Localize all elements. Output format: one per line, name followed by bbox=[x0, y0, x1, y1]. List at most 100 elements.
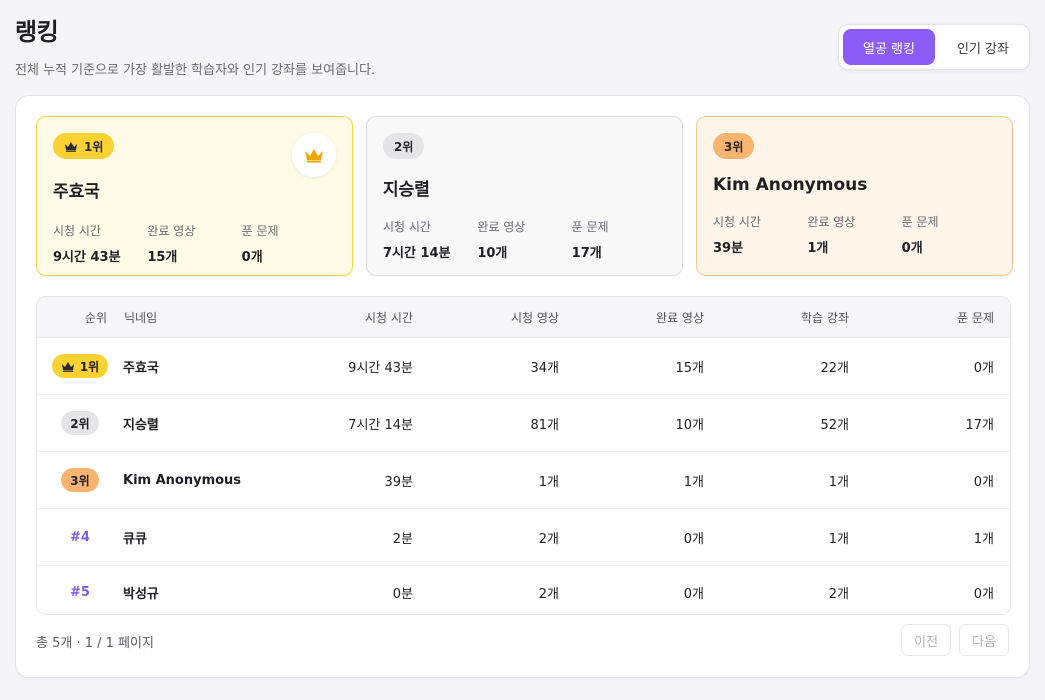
page-title: 랭킹 bbox=[15, 18, 59, 46]
stat-value-solved: 0개 bbox=[901, 241, 923, 256]
podium-card-second: 2위 지승렬 시청 시간 7시간 14분 완료 영상 10개 푼 문제 17개 bbox=[366, 116, 683, 276]
ranking-tab-switcher: 열공 랭킹 인기 강좌 bbox=[838, 24, 1030, 70]
watch-time-cell: 2분 bbox=[392, 531, 413, 547]
rank-badge-second: 2위 bbox=[383, 133, 425, 159]
watch-time-cell: 9시간 43분 bbox=[348, 360, 413, 376]
ranking-page: 랭킹 전체 누적 기준으로 가장 활발한 학습자와 인기 강좌를 보여줍니다. … bbox=[0, 0, 1045, 700]
ranking-table: 순위 닉네임 시청 시간 시청 영상 완료 영상 학습 강좌 푼 문제 1위 주효… bbox=[36, 296, 1011, 615]
courses-cell: 1개 bbox=[828, 531, 849, 547]
tab-popular-courses[interactable]: 인기 강좌 bbox=[941, 29, 1025, 65]
rank-cell: #5 bbox=[37, 585, 123, 600]
table-row[interactable]: #4 큐큐 2분 2개 0개 1개 1개 bbox=[37, 508, 1010, 565]
watched-cell: 2개 bbox=[538, 587, 559, 602]
podium-stats: 시청 시간 39분 완료 영상 1개 푼 문제 0개 bbox=[713, 213, 996, 256]
podium-name: 지승렬 bbox=[383, 180, 430, 200]
podium-card-first: 1위 주효국 시청 시간 9시간 43분 완료 영상 15개 푼 문제 0개 bbox=[36, 116, 353, 276]
podium-stats: 시청 시간 7시간 14분 완료 영상 10개 푼 문제 17개 bbox=[383, 218, 666, 261]
courses-cell: 1개 bbox=[828, 474, 849, 490]
rank-number: #5 bbox=[70, 585, 90, 600]
stat-label-completed: 완료 영상 bbox=[477, 220, 526, 234]
podium-stats: 시청 시간 9시간 43분 완료 영상 15개 푼 문제 0개 bbox=[53, 222, 336, 265]
stat-value-completed: 10개 bbox=[477, 246, 508, 261]
watch-time-cell: 7시간 14분 bbox=[348, 417, 413, 433]
completed-cell: 0개 bbox=[683, 531, 704, 547]
solved-cell: 0개 bbox=[973, 360, 994, 376]
table-row[interactable]: #5 박성규 0분 2개 0개 2개 0개 bbox=[37, 565, 1010, 614]
page-subtitle: 전체 누적 기준으로 가장 활발한 학습자와 인기 강좌를 보여줍니다. bbox=[15, 63, 376, 78]
stat-label-completed: 완료 영상 bbox=[147, 224, 196, 238]
completed-cell: 1개 bbox=[683, 474, 704, 490]
rank-cell: 2위 bbox=[37, 411, 123, 435]
watch-time-cell: 39분 bbox=[384, 474, 413, 490]
completed-cell: 15개 bbox=[675, 360, 704, 376]
watched-cell: 2개 bbox=[538, 531, 559, 547]
stat-label-watch-time: 시청 시간 bbox=[53, 224, 101, 238]
rank-badge: 3위 bbox=[61, 468, 99, 492]
rank-badge: 2위 bbox=[61, 411, 99, 435]
page-header: 랭킹 전체 누적 기준으로 가장 활발한 학습자와 인기 강좌를 보여줍니다. bbox=[15, 12, 375, 78]
col-header-rank: 순위 bbox=[84, 310, 107, 325]
stat-value-completed: 15개 bbox=[147, 250, 178, 265]
stat-value-completed: 1개 bbox=[807, 241, 829, 256]
podium-card-third: 3위 Kim Anonymous 시청 시간 39분 완료 영상 1개 푼 문제 0개 bbox=[696, 116, 1013, 276]
podium-name: 주효국 bbox=[53, 182, 100, 202]
prev-page-button[interactable]: 이전 bbox=[901, 624, 952, 656]
stat-label-solved: 푼 문제 bbox=[241, 224, 279, 238]
rank-badge-third: 3위 bbox=[713, 133, 755, 159]
crown-icon bbox=[292, 133, 336, 177]
col-header-courses: 학습 강좌 bbox=[801, 310, 849, 325]
podium-cards: 1위 주효국 시청 시간 9시간 43분 완료 영상 15개 푼 문제 0개 2위 지… bbox=[36, 116, 1013, 276]
col-header-nickname: 닉네임 bbox=[124, 310, 158, 325]
rank-cell: 3위 bbox=[37, 468, 123, 492]
stat-label-completed: 완료 영상 bbox=[807, 215, 856, 229]
solved-cell: 0개 bbox=[973, 587, 994, 602]
table-header: 순위 닉네임 시청 시간 시청 영상 완료 영상 학습 강좌 푼 문제 bbox=[37, 297, 1010, 337]
table-row[interactable]: 2위 지승렬 7시간 14분 81개 10개 52개 17개 bbox=[37, 394, 1010, 451]
next-page-button[interactable]: 다음 bbox=[959, 624, 1009, 656]
stat-value-watch-time: 7시간 14분 bbox=[383, 246, 451, 261]
solved-cell: 1개 bbox=[973, 531, 994, 547]
nickname-cell: 큐큐 bbox=[123, 531, 147, 547]
rank-badge: 1위 bbox=[51, 354, 109, 378]
crown-icon bbox=[65, 141, 77, 152]
tab-study-ranking[interactable]: 열공 랭킹 bbox=[843, 29, 935, 65]
rank-number: #4 bbox=[70, 529, 90, 545]
stat-value-solved: 17개 bbox=[571, 246, 602, 261]
ranking-panel: 1위 주효국 시청 시간 9시간 43분 완료 영상 15개 푼 문제 0개 2위 지… bbox=[15, 95, 1030, 678]
col-header-solved: 푼 문제 bbox=[957, 310, 994, 325]
stat-value-solved: 0개 bbox=[241, 250, 263, 265]
crown-icon bbox=[61, 361, 74, 372]
watched-cell: 81개 bbox=[530, 417, 559, 433]
solved-cell: 0개 bbox=[973, 474, 994, 490]
col-header-watch-time: 시청 시간 bbox=[365, 310, 413, 325]
stat-label-watch-time: 시청 시간 bbox=[383, 220, 431, 234]
stat-label-solved: 푼 문제 bbox=[901, 215, 939, 229]
nickname-cell: 박성규 bbox=[123, 587, 159, 602]
table-row[interactable]: 3위 Kim Anonymous 39분 1개 1개 1개 0개 bbox=[37, 451, 1010, 508]
solved-cell: 17개 bbox=[965, 417, 994, 433]
table-body: 1위 주효국 9시간 43분 34개 15개 22개 0개 2위 지승렬 7시간 14분 81개 10… bbox=[37, 337, 1010, 614]
col-header-completed: 완료 영상 bbox=[656, 310, 704, 325]
table-row[interactable]: 1위 주효국 9시간 43분 34개 15개 22개 0개 bbox=[37, 337, 1010, 394]
nickname-cell: Kim Anonymous bbox=[123, 472, 242, 488]
stat-value-watch-time: 9시간 43분 bbox=[53, 250, 121, 265]
nickname-cell: 주효국 bbox=[123, 360, 159, 376]
completed-cell: 0개 bbox=[683, 587, 704, 602]
stat-label-solved: 푼 문제 bbox=[571, 220, 609, 234]
stat-value-watch-time: 39분 bbox=[713, 241, 744, 256]
watched-cell: 34개 bbox=[530, 360, 559, 376]
podium-name: Kim Anonymous bbox=[713, 175, 868, 195]
col-header-watched: 시청 영상 bbox=[511, 310, 559, 325]
rank-badge-first: 1위 bbox=[53, 133, 115, 159]
courses-cell: 52개 bbox=[820, 417, 849, 433]
stat-label-watch-time: 시청 시간 bbox=[713, 215, 761, 229]
rank-cell: #4 bbox=[37, 530, 123, 545]
rank-cell: 1위 bbox=[37, 354, 123, 378]
completed-cell: 10개 bbox=[675, 417, 704, 433]
nickname-cell: 지승렬 bbox=[123, 417, 159, 433]
courses-cell: 22개 bbox=[820, 360, 849, 376]
courses-cell: 2개 bbox=[828, 587, 849, 602]
pagination: 이전 다음 bbox=[901, 624, 1009, 656]
pagination-summary: 총 5개 · 1 / 1 페이지 bbox=[36, 636, 154, 651]
watched-cell: 1개 bbox=[538, 474, 559, 490]
